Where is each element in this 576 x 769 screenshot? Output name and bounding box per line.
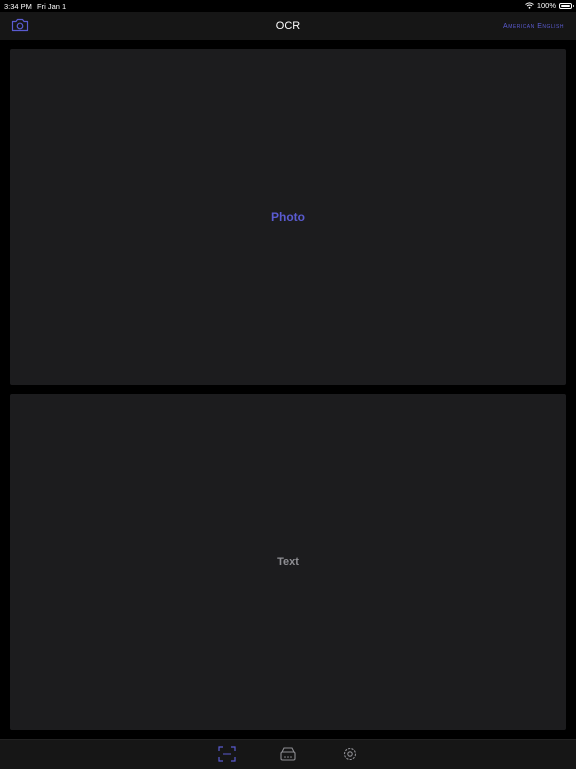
wifi-icon	[524, 2, 534, 9]
photo-label: Photo	[271, 210, 305, 224]
page-title: OCR	[275, 20, 301, 32]
tab-bar	[0, 739, 576, 769]
battery-icon	[559, 2, 574, 9]
status-time: 3:34 PM	[4, 2, 32, 11]
photo-panel[interactable]: Photo	[10, 49, 566, 385]
nav-bar: OCR American English	[0, 12, 576, 40]
text-panel[interactable]: Text	[10, 394, 566, 730]
text-label: Text	[277, 556, 299, 568]
ocr-scan-icon[interactable]	[218, 746, 236, 762]
gear-icon[interactable]	[341, 746, 359, 762]
scanner-icon[interactable]	[279, 746, 297, 762]
language-button[interactable]: American English	[503, 23, 564, 30]
status-date: Fri Jan 1	[37, 2, 67, 11]
battery-percent: 100%	[536, 1, 556, 10]
status-right: 100%	[524, 1, 574, 10]
status-bar: 3:34 PM Fri Jan 1 100%	[0, 0, 576, 12]
